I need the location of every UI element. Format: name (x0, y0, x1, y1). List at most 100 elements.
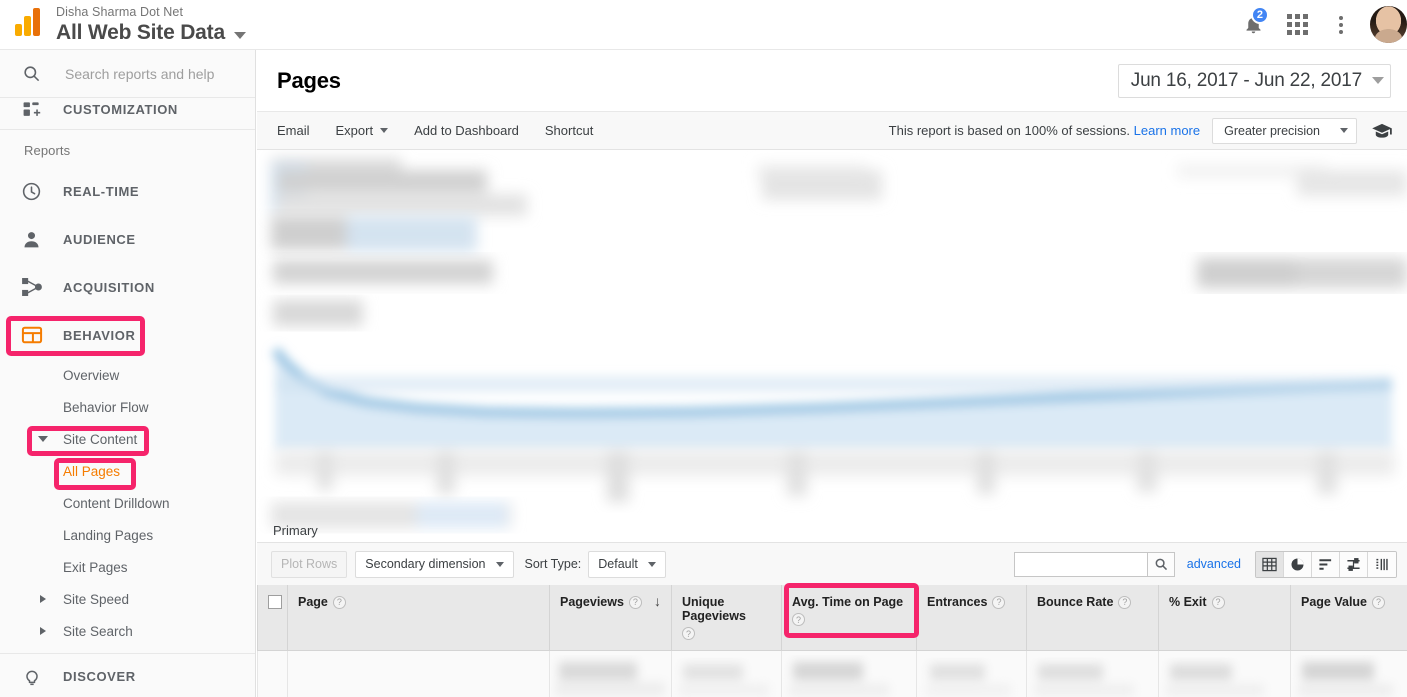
help-icon[interactable]: ? (682, 627, 695, 640)
sidebar-item-audience[interactable]: AUDIENCE (0, 215, 255, 263)
account-avatar-button[interactable] (1363, 0, 1407, 50)
column-label: Pageviews (560, 595, 624, 609)
help-icon[interactable]: ? (1372, 595, 1386, 609)
sidebar-item-overview[interactable]: Overview (0, 359, 255, 391)
sidebar-item-real-time[interactable]: REAL-TIME (0, 167, 255, 215)
select-all-checkbox[interactable] (268, 595, 282, 609)
academy-button[interactable] (1371, 123, 1393, 139)
column-label: Avg. Time on Page (792, 595, 904, 609)
behavior-layout-icon (0, 325, 63, 345)
secondary-dimension-button[interactable]: Secondary dimension (355, 550, 514, 578)
more-options-button[interactable] (1319, 0, 1363, 50)
google-analytics-logo[interactable] (0, 0, 56, 50)
sort-type-label: Sort Type: (524, 557, 582, 571)
search-icon (0, 64, 63, 83)
share-nodes-icon (0, 276, 63, 298)
pivot-view-icon[interactable] (1368, 551, 1396, 577)
sidebar-item-label: CUSTOMIZATION (63, 102, 178, 117)
sidebar-item-content-drilldown[interactable]: Content Drilldown (0, 487, 255, 519)
notifications-button[interactable]: 2 (1231, 0, 1275, 50)
table-search-input[interactable] (1013, 551, 1147, 577)
apps-grid-icon (1286, 14, 1308, 35)
column-header-page-value[interactable]: Page Value? (1290, 585, 1407, 651)
table-search[interactable] (1013, 551, 1175, 577)
view-type-switcher (1255, 550, 1397, 578)
account-view-selector[interactable]: Disha Sharma Dot Net All Web Site Data (56, 6, 246, 43)
report-header: Pages Jun 16, 2017 - Jun 22, 2017 (257, 50, 1407, 112)
sidebar-subitem-label: Landing Pages (63, 527, 154, 543)
precision-value: Greater precision (1224, 123, 1320, 138)
date-range-picker[interactable]: Jun 16, 2017 - Jun 22, 2017 (1117, 63, 1391, 98)
help-icon[interactable]: ? (792, 613, 805, 626)
sidebar-item-behavior-flow[interactable]: Behavior Flow (0, 391, 255, 423)
table-row[interactable] (257, 650, 1407, 697)
shortcut-button[interactable]: Shortcut (545, 123, 593, 138)
column-header-unique-pageviews[interactable]: Unique Pageviews ? (671, 585, 782, 651)
sidebar-subitem-label: Behavior Flow (63, 399, 149, 415)
select-all-cell[interactable] (257, 585, 288, 651)
column-label: Unique Pageviews (682, 595, 746, 623)
date-range-value: Jun 16, 2017 - Jun 22, 2017 (1130, 69, 1362, 91)
export-label: Export (335, 123, 374, 138)
email-button[interactable]: Email (277, 123, 310, 138)
column-header-avg-time-on-page[interactable]: Avg. Time on Page ? (781, 585, 917, 651)
sidebar-section-reports: Reports (24, 143, 71, 158)
chevron-down-icon[interactable] (233, 31, 246, 39)
comparison-view-icon[interactable] (1340, 551, 1368, 577)
avatar (1369, 6, 1407, 43)
sidebar-item-exit-pages[interactable]: Exit Pages (0, 551, 255, 583)
cell-unique-pageviews (671, 650, 782, 697)
lightbulb-icon (0, 666, 63, 687)
column-header-percent-exit[interactable]: % Exit? (1158, 585, 1291, 651)
sidebar-item-customization[interactable]: CUSTOMIZATION (0, 90, 255, 130)
table-search-button[interactable] (1146, 551, 1175, 577)
table-controls: Plot Rows Secondary dimension Sort Type:… (257, 542, 1407, 585)
search-icon (1155, 558, 1167, 571)
sidebar-item-acquisition[interactable]: ACQUISITION (0, 263, 255, 311)
sidebar-item-discover[interactable]: DISCOVER (0, 654, 255, 697)
report-toolbar: Email Export Add to Dashboard Shortcut T… (257, 112, 1407, 150)
sort-type-value: Default (598, 557, 638, 571)
sort-desc-icon[interactable]: ↓ (654, 594, 661, 608)
learn-more-link[interactable]: Learn more (1134, 123, 1200, 138)
export-button[interactable]: Export (336, 123, 389, 138)
sidebar-item-site-search[interactable]: Site Search (0, 615, 255, 647)
help-icon[interactable]: ? (628, 595, 642, 609)
help-icon[interactable]: ? (1118, 595, 1132, 609)
sidebar-item-landing-pages[interactable]: Landing Pages (0, 519, 255, 551)
column-label: Bounce Rate (1037, 595, 1114, 609)
sort-type-dropdown[interactable]: Default (588, 550, 666, 578)
chevron-down-icon (1372, 77, 1384, 84)
percentage-pie-view-icon[interactable] (1284, 551, 1312, 577)
advanced-filter-link[interactable]: advanced (1187, 557, 1241, 571)
search-input[interactable] (63, 64, 243, 83)
help-icon[interactable]: ? (1211, 595, 1225, 609)
sidebar-subitem-label: Site Content (63, 431, 138, 447)
help-icon[interactable]: ? (332, 595, 346, 609)
column-header-bounce-rate[interactable]: Bounce Rate? (1026, 585, 1159, 651)
table-view-icon[interactable] (1256, 551, 1284, 577)
notification-badge: 2 (1250, 5, 1269, 24)
sidebar-subitem-label: Site Speed (63, 591, 130, 607)
performance-bar-view-icon[interactable] (1312, 551, 1340, 577)
sidebar-item-site-speed[interactable]: Site Speed (0, 583, 255, 615)
precision-dropdown[interactable]: Greater precision (1212, 117, 1357, 144)
sidebar-item-label: REAL-TIME (63, 183, 140, 199)
apps-grid-button[interactable] (1275, 0, 1319, 50)
column-header-pageviews[interactable]: ↓ Pageviews? (549, 585, 672, 651)
column-header-page[interactable]: Page? (287, 585, 550, 651)
help-icon[interactable]: ? (992, 595, 1006, 609)
column-header-entrances[interactable]: Entrances? (916, 585, 1027, 651)
left-sidebar: CUSTOMIZATION Reports REAL-TIME AUDIENCE (0, 50, 256, 697)
sidebar-item-all-pages[interactable]: All Pages (0, 455, 255, 487)
primary-dimension-label: Primary (273, 523, 318, 538)
row-checkbox-cell[interactable] (257, 650, 288, 697)
plot-rows-button[interactable]: Plot Rows (271, 550, 348, 578)
chevron-down-icon (647, 561, 656, 567)
sidebar-item-site-content[interactable]: Site Content (0, 423, 255, 455)
clock-icon (0, 181, 63, 202)
sidebar-item-behavior[interactable]: BEHAVIOR (0, 311, 255, 359)
cell-page-value (1290, 650, 1407, 697)
add-to-dashboard-button[interactable]: Add to Dashboard (414, 123, 519, 138)
chart-canvas (257, 150, 1407, 542)
